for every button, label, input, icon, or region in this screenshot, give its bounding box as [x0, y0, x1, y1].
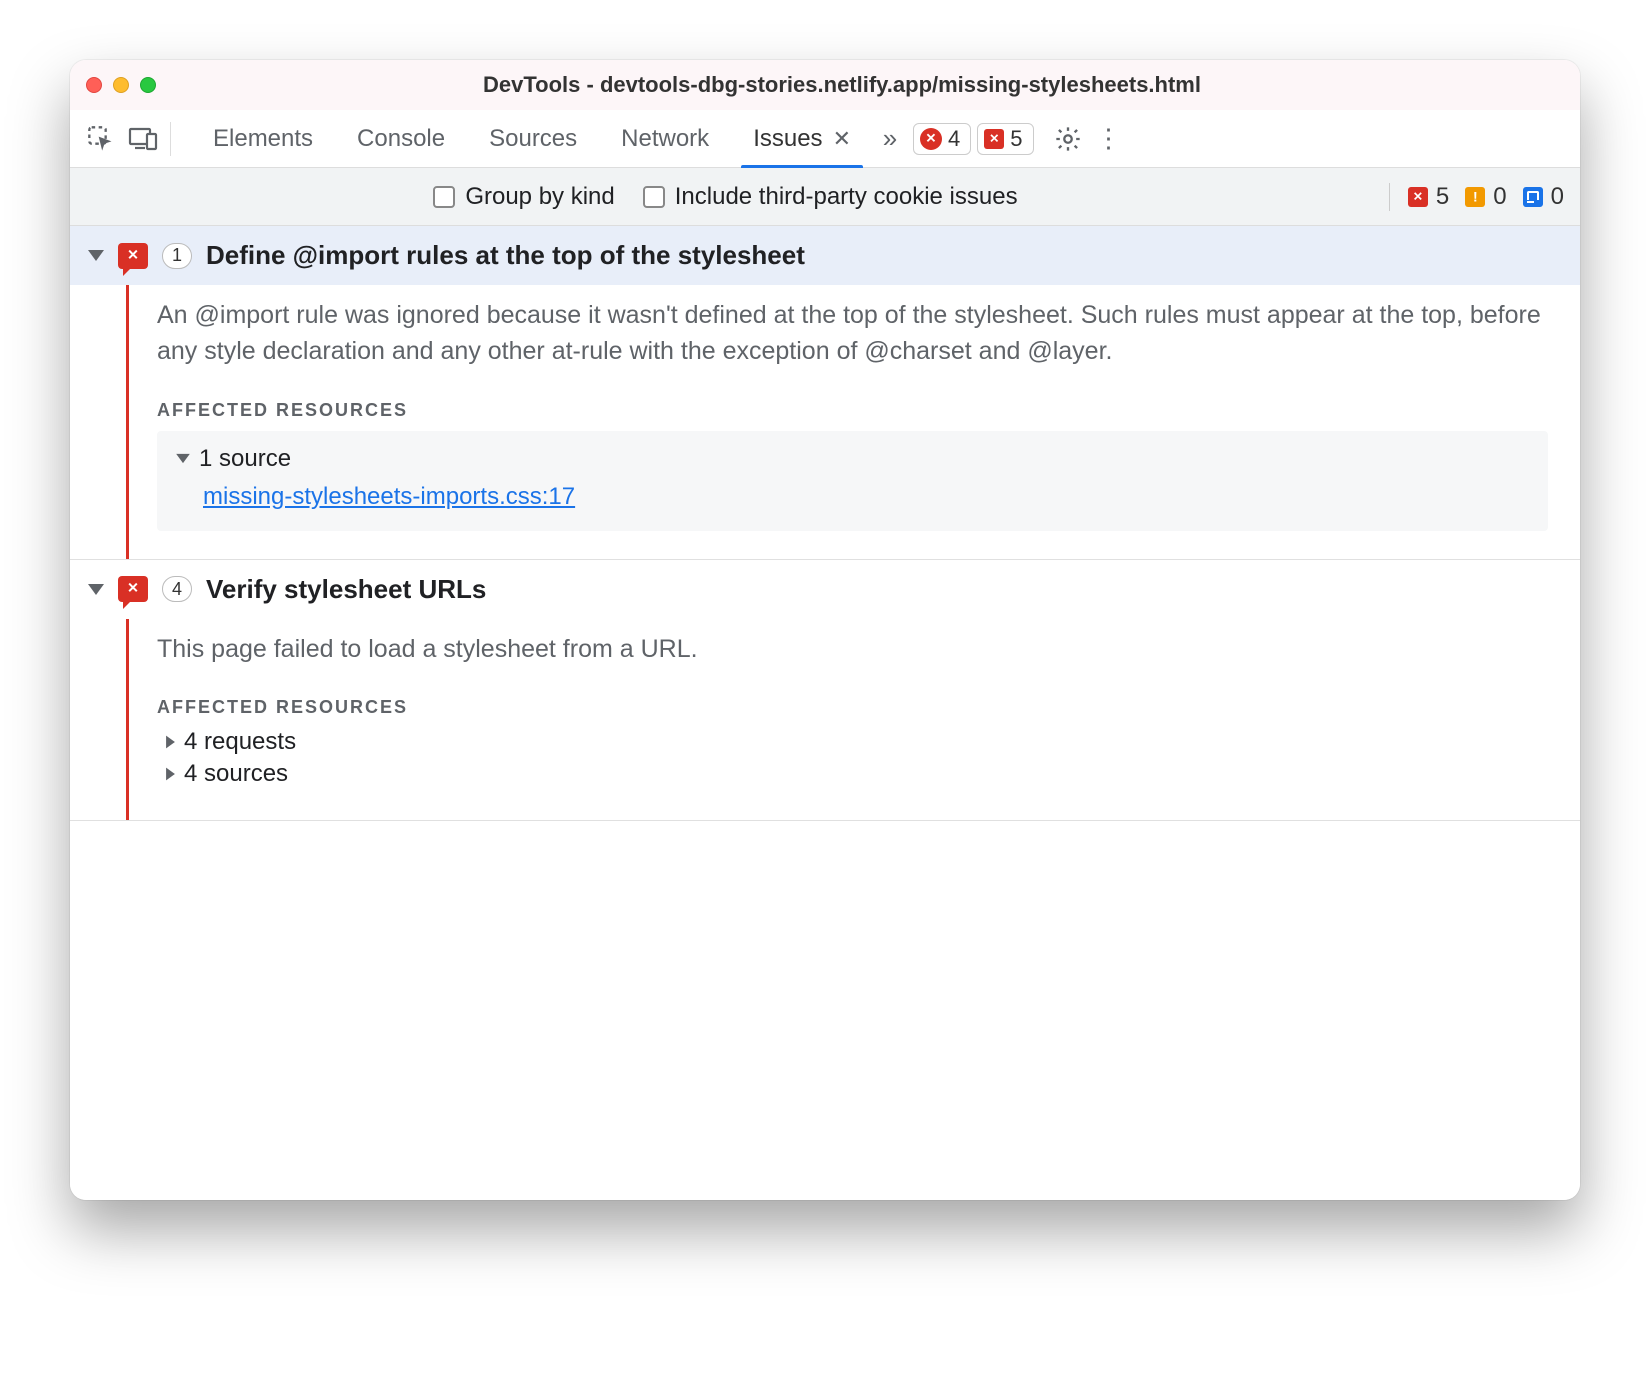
divider: [170, 122, 171, 156]
checkbox-label: Include third-party cookie issues: [675, 183, 1018, 211]
checkbox-label: Group by kind: [465, 183, 614, 211]
issues-toolbar: Group by kind Include third-party cookie…: [70, 168, 1580, 226]
inspect-element-icon[interactable]: [80, 118, 122, 160]
issue-count-badge: 1: [162, 243, 192, 269]
tab-elements[interactable]: Elements: [191, 111, 335, 167]
affected-resources-box: 1 source missing-stylesheets-imports.css…: [157, 431, 1548, 531]
count-value: 0: [1551, 183, 1564, 211]
tab-label: Network: [621, 125, 709, 153]
expand-triangle-icon: [176, 454, 190, 463]
close-tab-icon[interactable]: ✕: [833, 126, 851, 152]
include-third-party-checkbox[interactable]: Include third-party cookie issues: [643, 183, 1018, 211]
affected-resources-label: AFFECTED RESOURCES: [157, 697, 1548, 718]
tab-label: Issues: [753, 125, 822, 153]
close-window-button[interactable]: [86, 77, 102, 93]
tab-label: Console: [357, 125, 445, 153]
errors-count: 5: [1408, 183, 1449, 211]
issue-header[interactable]: 1 Define @import rules at the top of the…: [70, 226, 1580, 285]
window-title: DevTools - devtools-dbg-stories.netlify.…: [120, 72, 1564, 98]
source-group-label: 1 source: [199, 445, 291, 473]
error-oct-icon: [920, 128, 942, 150]
collapse-triangle-icon: [166, 735, 175, 748]
source-link[interactable]: missing-stylesheets-imports.css:17: [203, 483, 575, 510]
issue-title: Verify stylesheet URLs: [206, 574, 486, 605]
expand-triangle-icon: [88, 250, 104, 261]
tab-group: Elements Console Sources Network Issues …: [191, 111, 873, 167]
devtools-window: DevTools - devtools-dbg-stories.netlify.…: [70, 60, 1580, 1200]
more-tabs-icon[interactable]: »: [873, 122, 907, 156]
group-by-kind-checkbox[interactable]: Group by kind: [433, 183, 614, 211]
issues-list: 1 Define @import rules at the top of the…: [70, 226, 1580, 1200]
affected-resources-label: AFFECTED RESOURCES: [157, 400, 1548, 421]
issue-count-badge: 4: [162, 576, 192, 602]
devtools-tabbar: Elements Console Sources Network Issues …: [70, 110, 1580, 168]
info-count: 0: [1523, 183, 1564, 211]
issue-item: 4 Verify stylesheet URLs This page faile…: [70, 560, 1580, 821]
issues-badge[interactable]: 5: [977, 123, 1033, 155]
warnings-count: 0: [1465, 183, 1506, 211]
tab-label: Elements: [213, 125, 313, 153]
affected-subgroup[interactable]: 4 requests: [165, 728, 1548, 756]
expand-triangle-icon: [88, 584, 104, 595]
error-speech-icon: [118, 243, 148, 269]
warning-icon: [1465, 187, 1485, 207]
count-value: 5: [1436, 183, 1449, 211]
issue-counts: 5 0 0: [1389, 183, 1564, 211]
collapse-triangle-icon: [166, 767, 175, 780]
settings-gear-icon[interactable]: [1048, 119, 1088, 159]
tab-console[interactable]: Console: [335, 111, 467, 167]
affected-subgroup[interactable]: 4 sources: [165, 760, 1548, 788]
checkbox-icon: [433, 186, 455, 208]
badge-count: 4: [948, 126, 960, 152]
tab-sources[interactable]: Sources: [467, 111, 599, 167]
issue-description: This page failed to load a stylesheet fr…: [157, 631, 1548, 667]
count-value: 0: [1493, 183, 1506, 211]
issue-body: This page failed to load a stylesheet fr…: [126, 619, 1580, 820]
device-toolbar-icon[interactable]: [122, 118, 164, 160]
issue-header[interactable]: 4 Verify stylesheet URLs: [70, 560, 1580, 619]
tab-network[interactable]: Network: [599, 111, 731, 167]
source-group-header[interactable]: 1 source: [175, 445, 1530, 473]
window-titlebar: DevTools - devtools-dbg-stories.netlify.…: [70, 60, 1580, 110]
subgroup-label: 4 requests: [184, 728, 296, 756]
error-sq-icon: [984, 129, 1004, 149]
checkbox-icon: [643, 186, 665, 208]
badge-count: 5: [1010, 126, 1022, 152]
tab-issues[interactable]: Issues ✕: [731, 111, 873, 167]
console-errors-badge[interactable]: 4: [913, 123, 971, 155]
tab-label: Sources: [489, 125, 577, 153]
issue-item: 1 Define @import rules at the top of the…: [70, 226, 1580, 560]
info-icon: [1523, 187, 1543, 207]
error-speech-icon: [118, 576, 148, 602]
issue-body: An @import rule was ignored because it w…: [126, 285, 1580, 559]
error-sq-icon: [1408, 187, 1428, 207]
more-menu-icon[interactable]: ⋮: [1094, 119, 1124, 159]
issue-title: Define @import rules at the top of the s…: [206, 240, 805, 271]
subgroup-label: 4 sources: [184, 760, 288, 788]
issue-description: An @import rule was ignored because it w…: [157, 297, 1548, 370]
